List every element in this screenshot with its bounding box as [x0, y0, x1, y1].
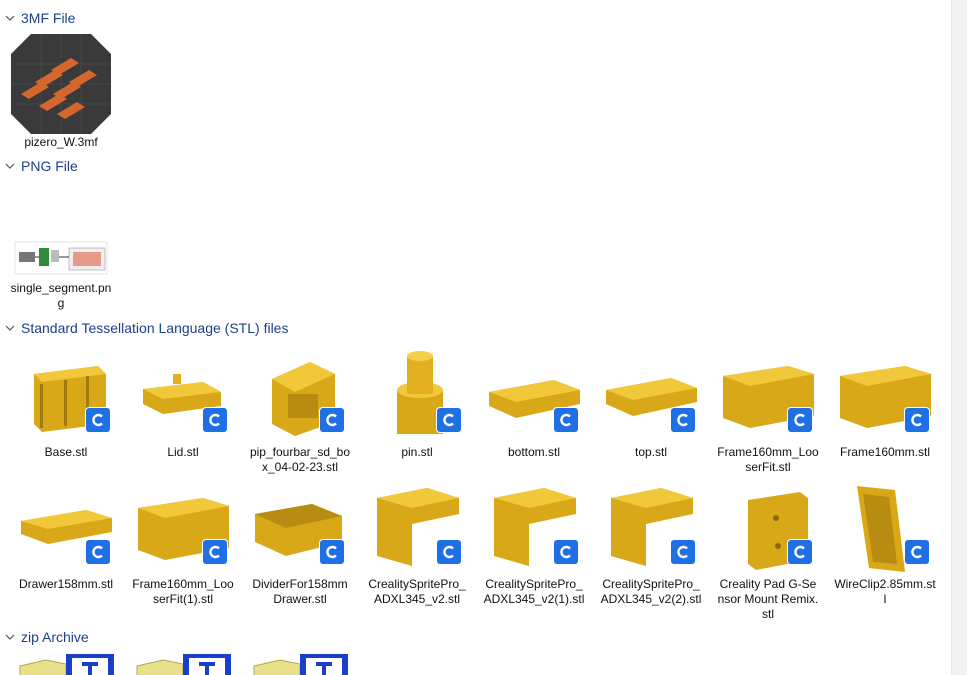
group-header-3mf[interactable]: 3MF File: [4, 8, 75, 28]
file-thumbnail: [367, 476, 467, 576]
file-name: Lid.stl: [167, 445, 199, 459]
file-thumbnail: [601, 476, 701, 576]
file-thumbnail: [601, 344, 701, 444]
file-name: CrealitySpritePro_ADXL345_v2(2).stl: [600, 577, 702, 606]
app-badge-icon: [203, 408, 227, 432]
file-item[interactable]: CrealitySpritePro_ADXL345_v2(1).stl: [479, 476, 589, 607]
app-badge-icon: [905, 540, 929, 564]
file-name: Frame160mm_LooserFit.stl: [717, 445, 819, 474]
file-thumbnail: [133, 344, 233, 444]
3mf-preview-image: [11, 34, 111, 134]
app-badge-icon: [905, 408, 929, 432]
app-badge-icon: [320, 540, 344, 564]
file-name: top.stl: [634, 445, 667, 459]
file-item[interactable]: pip_fourbar_sd_box_04-02-23.stl: [245, 344, 355, 475]
file-thumbnail: [11, 34, 111, 134]
file-name: CrealitySpritePro_ADXL345_v2(1).stl: [483, 577, 585, 606]
file-thumbnail: [484, 344, 584, 444]
app-badge-icon: [86, 408, 110, 432]
chevron-down-icon[interactable]: [4, 12, 16, 24]
chevron-down-icon[interactable]: [4, 160, 16, 172]
file-name: Frame160mm.stl: [839, 445, 931, 459]
group-header-zip[interactable]: zip Archive: [4, 627, 89, 647]
app-badge-icon: [554, 540, 578, 564]
file-name: CrealitySpritePro_ADXL345_v2.stl: [368, 577, 466, 606]
app-badge-icon: [788, 408, 812, 432]
file-thumbnail: [250, 344, 350, 444]
file-thumbnail: [250, 476, 350, 576]
file-thumbnail: [367, 344, 467, 444]
app-badge-icon: [554, 408, 578, 432]
file-name: Drawer158mm.stl: [18, 577, 114, 591]
file-thumbnail: [835, 476, 935, 576]
file-item[interactable]: Base.stl: [11, 344, 121, 460]
file-item[interactable]: pizero_W.3mf: [6, 34, 116, 150]
app-badge-icon: [788, 540, 812, 564]
zip-archive-icon[interactable]: [16, 654, 116, 675]
file-thumbnail: [718, 476, 818, 576]
file-thumbnail: [835, 344, 935, 444]
file-name: pizero_W.3mf: [24, 135, 98, 149]
file-thumbnail: [11, 230, 111, 280]
file-item[interactable]: Creality Pad G-Sensor Mount Remix.stl: [713, 476, 823, 622]
file-item[interactable]: Drawer158mm.stl: [11, 476, 121, 592]
file-item[interactable]: pin.stl: [362, 344, 472, 460]
app-badge-icon: [437, 408, 461, 432]
file-thumbnail: [16, 344, 116, 444]
file-name: DividerFor158mmDrawer.stl: [252, 577, 348, 606]
file-name: pin.stl: [401, 445, 433, 459]
app-badge-icon: [203, 540, 227, 564]
file-name: bottom.stl: [507, 445, 561, 459]
app-badge-icon: [671, 540, 695, 564]
file-item[interactable]: Frame160mm_LooserFit.stl: [713, 344, 823, 475]
file-item[interactable]: top.stl: [596, 344, 706, 460]
png-preview-image: [14, 241, 108, 275]
vertical-scrollbar[interactable]: [951, 0, 967, 675]
file-name: WireClip2.85mm.stl: [834, 577, 936, 606]
app-badge-icon: [320, 408, 344, 432]
file-thumbnail: [484, 476, 584, 576]
file-item[interactable]: Frame160mm_LooserFit(1).stl: [128, 476, 238, 607]
file-thumbnail: [718, 344, 818, 444]
file-thumbnail: [16, 476, 116, 576]
group-title: PNG File: [21, 158, 78, 174]
file-name: pip_fourbar_sd_box_04-02-23.stl: [249, 445, 351, 474]
file-item[interactable]: CrealitySpritePro_ADXL345_v2.stl: [362, 476, 472, 607]
group-title: zip Archive: [21, 629, 89, 645]
app-badge-icon: [86, 540, 110, 564]
group-title: 3MF File: [21, 10, 76, 26]
file-item[interactable]: single_segment.png: [6, 230, 116, 311]
file-name: Creality Pad G-Sensor Mount Remix.stl: [717, 577, 819, 621]
file-item[interactable]: DividerFor158mmDrawer.stl: [245, 476, 355, 607]
file-name: single_segment.png: [10, 281, 112, 310]
file-item[interactable]: Lid.stl: [128, 344, 238, 460]
file-item[interactable]: Frame160mm.stl: [830, 344, 940, 460]
file-thumbnail: [133, 476, 233, 576]
group-title: Standard Tessellation Language (STL) fil…: [21, 320, 289, 336]
file-name: Frame160mm_LooserFit(1).stl: [132, 577, 234, 606]
file-item[interactable]: CrealitySpritePro_ADXL345_v2(2).stl: [596, 476, 706, 607]
chevron-down-icon[interactable]: [4, 322, 16, 334]
file-name: Base.stl: [44, 445, 88, 459]
app-badge-icon: [437, 540, 461, 564]
file-item[interactable]: WireClip2.85mm.stl: [830, 476, 940, 607]
chevron-down-icon[interactable]: [4, 631, 16, 643]
zip-archive-icon[interactable]: [133, 654, 233, 675]
group-header-stl[interactable]: Standard Tessellation Language (STL) fil…: [4, 318, 288, 338]
file-item[interactable]: bottom.stl: [479, 344, 589, 460]
zip-archive-icon[interactable]: [250, 654, 350, 675]
group-header-png[interactable]: PNG File: [4, 156, 78, 176]
app-badge-icon: [671, 408, 695, 432]
